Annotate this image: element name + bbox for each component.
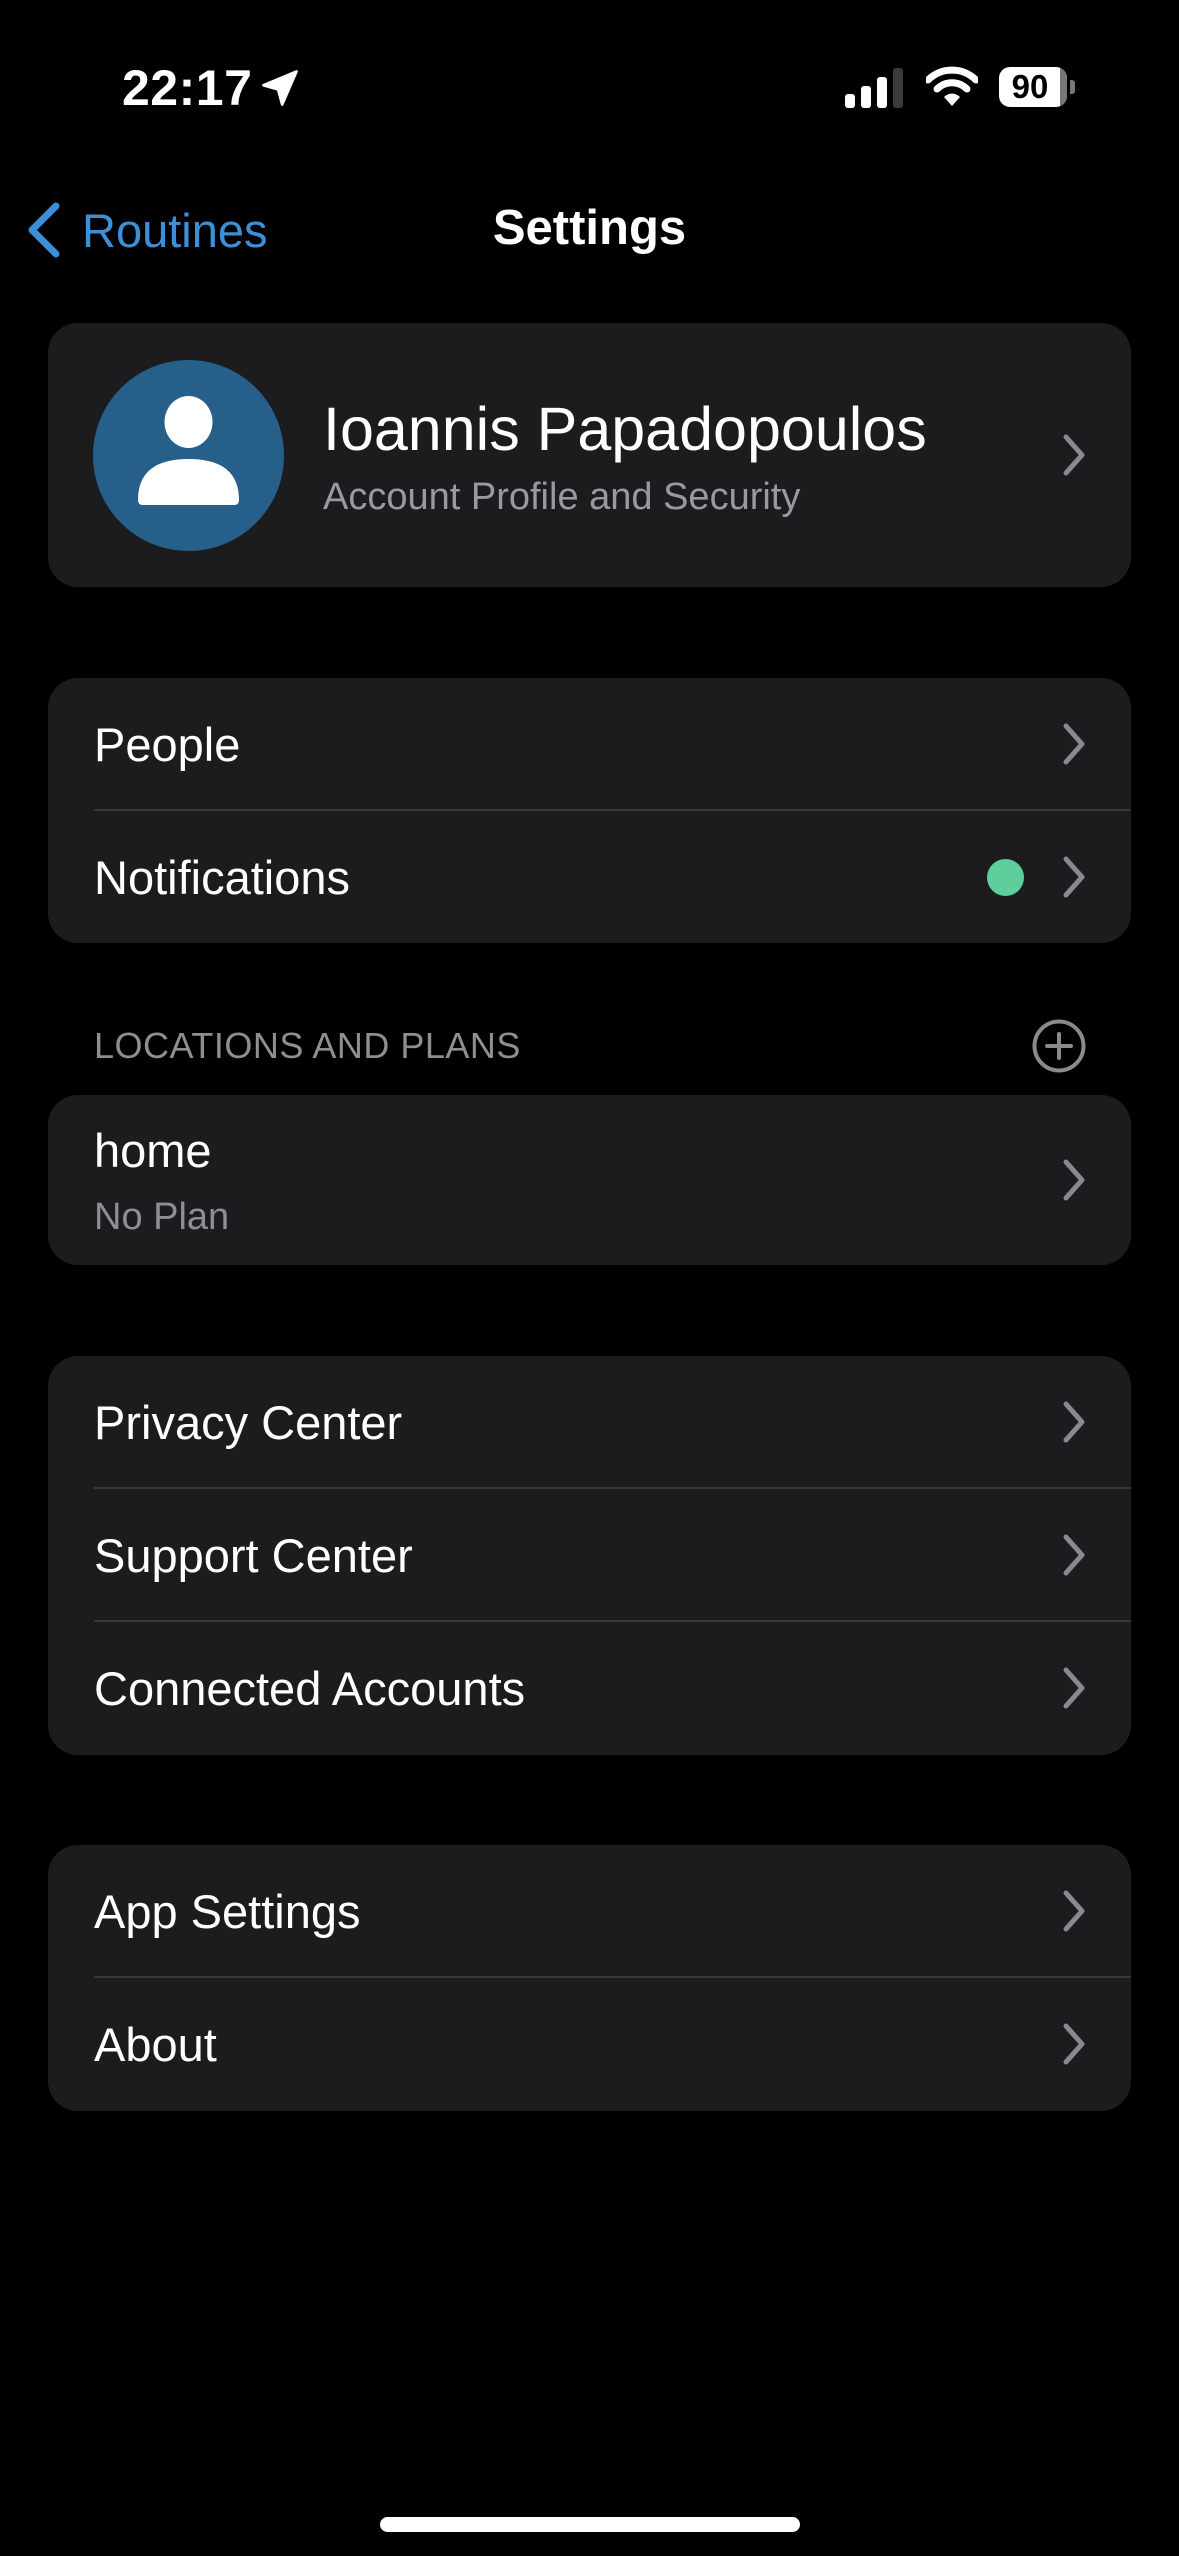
row-support-center[interactable]: Support Center (48, 1489, 1131, 1622)
support-group: Privacy Center Support Center Connected … (48, 1356, 1131, 1755)
row-label: People (94, 718, 241, 771)
chevron-right-icon (1063, 723, 1085, 765)
row-people[interactable]: People (48, 678, 1131, 811)
app-group: App Settings About (48, 1845, 1131, 2111)
avatar (93, 360, 284, 551)
person-icon (138, 396, 239, 505)
row-label: App Settings (94, 1885, 361, 1938)
row-label: Notifications (94, 851, 350, 904)
chevron-right-icon (1063, 1667, 1085, 1709)
chevron-right-icon (1063, 1890, 1085, 1932)
section-header-locations: LOCATIONS AND PLANS (94, 1025, 521, 1066)
chevron-right-icon (1063, 2023, 1085, 2065)
location-home[interactable]: home No Plan (48, 1095, 1131, 1265)
chevron-right-icon (1063, 1159, 1085, 1201)
location-arrow-icon (262, 70, 298, 106)
row-app-settings[interactable]: App Settings (48, 1845, 1131, 1978)
row-label: Support Center (94, 1529, 413, 1582)
battery-indicator: 90 (999, 67, 1079, 109)
row-notifications[interactable]: Notifications (48, 811, 1131, 943)
row-label: Connected Accounts (94, 1662, 526, 1715)
battery-percent: 90 (1011, 68, 1049, 105)
page-title: Settings (492, 201, 687, 255)
location-plan: No Plan (94, 1196, 230, 1238)
row-label: Privacy Center (94, 1396, 403, 1449)
notification-status-dot (987, 859, 1024, 896)
row-connected-accounts[interactable]: Connected Accounts (48, 1622, 1131, 1755)
profile-subtitle: Account Profile and Security (323, 476, 801, 518)
plus-circle-icon[interactable] (1031, 1018, 1087, 1074)
people-notifications-group: People Notifications (48, 678, 1131, 943)
chevron-right-icon (1063, 1401, 1085, 1443)
row-about[interactable]: About (48, 1978, 1131, 2111)
location-title: home (94, 1124, 212, 1177)
cellular-signal-icon (845, 68, 903, 108)
row-privacy-center[interactable]: Privacy Center (48, 1356, 1131, 1489)
row-label: About (94, 2018, 217, 2071)
status-time: 22:17 (122, 60, 253, 116)
chevron-right-icon (1063, 1534, 1085, 1576)
profile-card[interactable]: Ioannis Papadopoulos Account Profile and… (48, 323, 1131, 587)
chevron-right-icon (1063, 856, 1085, 898)
wifi-icon (926, 66, 978, 106)
chevron-right-icon (1063, 434, 1085, 476)
home-indicator[interactable] (380, 2517, 800, 2532)
profile-name: Ioannis Papadopoulos (323, 395, 927, 463)
